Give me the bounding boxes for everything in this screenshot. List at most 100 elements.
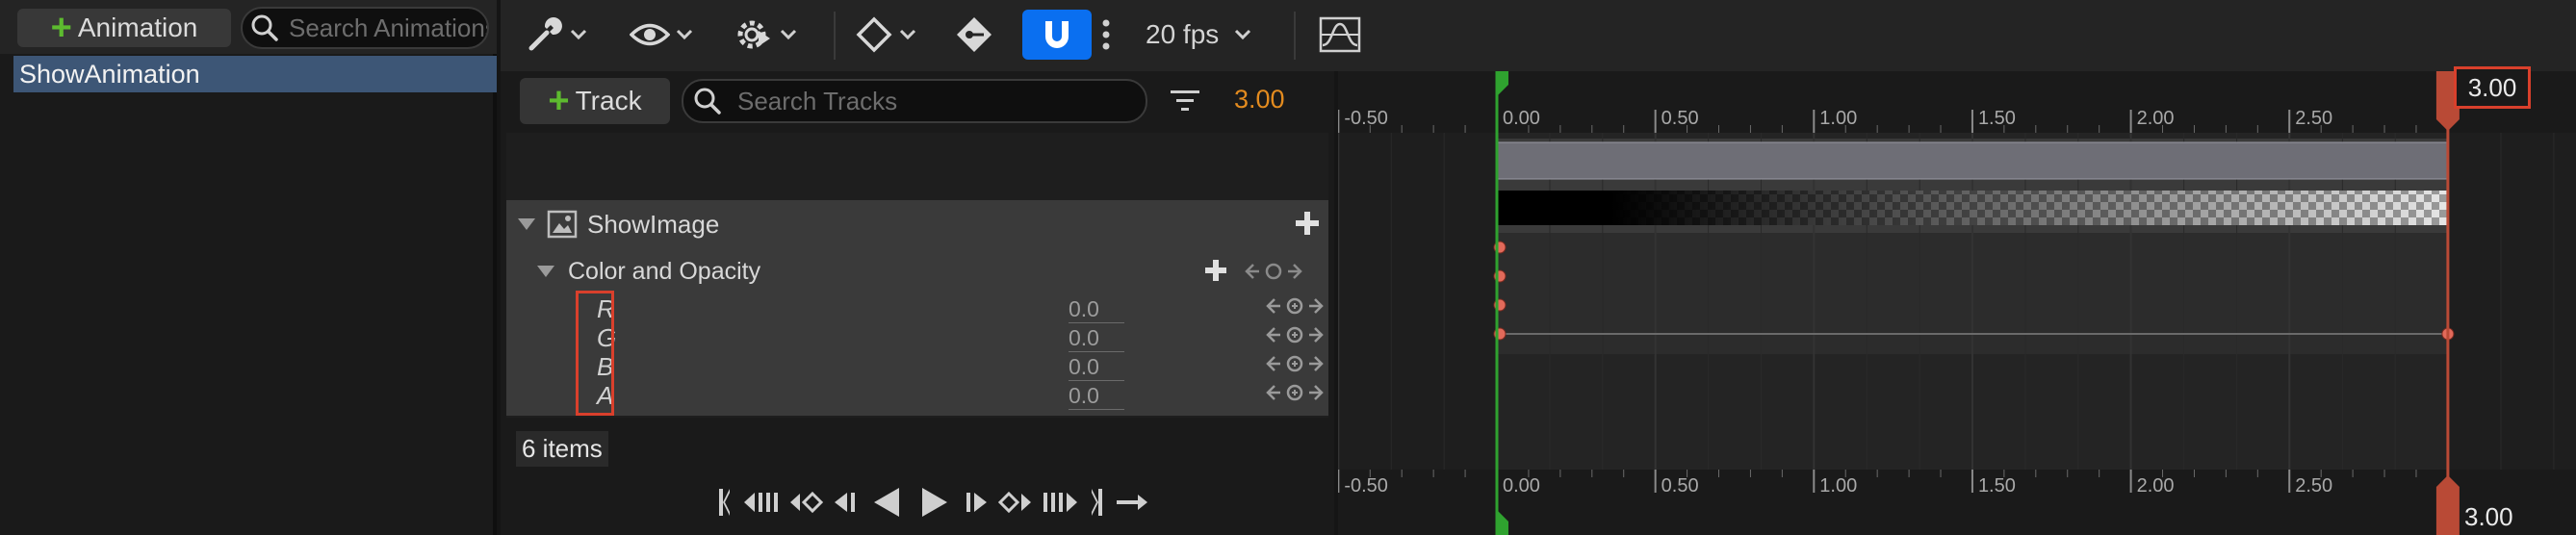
add-subtrack-icon[interactable]: [1294, 210, 1321, 237]
add-animation-button[interactable]: + Animation: [17, 9, 231, 47]
timeline-canvas[interactable]: [1338, 71, 2576, 535]
end-time-badge[interactable]: 3.00: [2454, 66, 2531, 109]
jump-to-end-icon[interactable]: [1088, 485, 1107, 520]
play-icon[interactable]: [914, 485, 953, 520]
animation-search-input[interactable]: [289, 13, 487, 43]
channel-value-field[interactable]: 0.0: [1069, 383, 1124, 410]
keyframe-navigation-icon[interactable]: [1265, 325, 1325, 344]
snap-options-button[interactable]: [1095, 10, 1117, 60]
channel-value-field[interactable]: 0.0: [1069, 325, 1124, 352]
filter-icon[interactable]: [1169, 88, 1201, 115]
key-diamond-icon: [955, 15, 993, 54]
chevron-down-icon: [899, 29, 916, 40]
ruler-tick-label: -0.50: [1344, 475, 1388, 497]
track-outliner: + Track 3.00 ShowImage: [501, 71, 1334, 535]
ruler-tick-label: 0.50: [1661, 108, 1699, 129]
auto-key-button[interactable]: [955, 10, 993, 60]
ruler-tick-label: 0.00: [1503, 475, 1540, 497]
collapse-arrow-icon[interactable]: [535, 264, 556, 279]
step-back-icon[interactable]: [832, 487, 861, 518]
track-label: Color and Opacity: [568, 257, 761, 285]
add-track-label: Track: [575, 86, 642, 115]
color-gradient-bar[interactable]: [1497, 191, 2448, 225]
ruler-tick-label: 0.50: [1661, 475, 1699, 497]
ruler-tick-label: 1.00: [1819, 475, 1858, 497]
track-search-field[interactable]: [682, 79, 1147, 123]
playback-controls: [501, 470, 1334, 535]
channel-row-b[interactable]: B 0.0: [506, 352, 1328, 381]
next-key-icon[interactable]: [1042, 487, 1080, 518]
tools-dropdown[interactable]: [526, 10, 587, 60]
chevron-down-icon: [780, 29, 797, 40]
more-vertical-icon: [1102, 18, 1110, 51]
magnet-icon: [1038, 15, 1076, 54]
animations-panel: + Animation ShowAnimation: [0, 0, 497, 535]
animation-search-field[interactable]: [241, 7, 489, 49]
track-label: ShowImage: [587, 209, 720, 239]
curve-editor-icon: [1319, 16, 1361, 53]
ruler-tick-label: 2.50: [2295, 108, 2333, 129]
animation-list: ShowAnimation: [13, 56, 497, 92]
fps-dropdown[interactable]: 20 fps: [1146, 10, 1251, 60]
jump-to-start-icon[interactable]: [714, 485, 734, 520]
prev-keyframe-icon[interactable]: [787, 487, 824, 518]
fps-label: 20 fps: [1146, 19, 1220, 49]
track-row-showimage[interactable]: ShowImage: [506, 200, 1328, 248]
tracks-tree: ShowImage Color and Opacity R 0.0 G 0.0 …: [506, 133, 1328, 418]
items-count-label: 6 items: [516, 431, 608, 467]
sequencer-toolbar: 20 fps: [501, 0, 2576, 71]
scrubber-head-bottom[interactable]: [2435, 475, 2460, 535]
keyframe-navigation-icon[interactable]: [1265, 354, 1325, 373]
ruler-tick-label: 0.00: [1503, 108, 1540, 129]
chevron-down-icon: [1234, 29, 1251, 40]
channel-row-a[interactable]: A 0.0: [506, 381, 1328, 410]
ruler-tick-label: 1.50: [1977, 108, 2016, 129]
eye-icon: [630, 20, 670, 49]
diamond-icon: [855, 15, 893, 54]
previous-key-icon[interactable]: [741, 487, 780, 518]
play-reverse-icon[interactable]: [868, 485, 907, 520]
animations-toolbar: + Animation: [0, 0, 497, 54]
track-row-color-and-opacity[interactable]: Color and Opacity: [506, 248, 1328, 294]
chevron-down-icon: [676, 29, 693, 40]
channel-value-field[interactable]: 0.0: [1069, 354, 1124, 381]
loop-mode-icon[interactable]: [1115, 491, 1149, 514]
keyframe-navigation-icon[interactable]: [1265, 383, 1325, 402]
view-options-dropdown[interactable]: [630, 10, 693, 60]
current-time-value[interactable]: 3.00: [1234, 85, 1285, 115]
add-key-icon[interactable]: [1203, 258, 1228, 283]
add-animation-label: Animation: [77, 13, 198, 42]
gear-play-icon: [735, 15, 774, 54]
channel-labels-highlight: [576, 291, 614, 416]
toolbar-divider: [1294, 12, 1296, 60]
collapse-arrow-icon[interactable]: [516, 217, 537, 232]
snap-toggle-button[interactable]: [1022, 10, 1092, 60]
add-track-button[interactable]: + Track: [520, 78, 670, 124]
ruler-tick-label: 2.50: [2295, 475, 2333, 497]
channel-rows: R 0.0 G 0.0 B 0.0 A 0.0: [506, 294, 1328, 416]
ruler-tick-label: 2.00: [2136, 475, 2175, 497]
search-icon: [693, 87, 722, 115]
step-forward-icon[interactable]: [961, 487, 990, 518]
animation-list-item[interactable]: ShowAnimation: [13, 56, 497, 92]
channel-row-r[interactable]: R 0.0: [506, 294, 1328, 323]
track-search-input[interactable]: [737, 86, 1146, 116]
timeline-panel[interactable]: -0.50 0.00 0.50 1.00 1.50 2.00 2.50 -0.50 0.00 0…: [1338, 71, 2576, 535]
playback-options-dropdown[interactable]: [735, 10, 797, 60]
widget-image-icon: [547, 210, 578, 239]
next-keyframe-icon[interactable]: [997, 487, 1034, 518]
channel-value-field[interactable]: 0.0: [1069, 296, 1124, 323]
section-bar-showimage[interactable]: [1496, 141, 2449, 180]
keyframe-navigation-icon[interactable]: [1244, 262, 1303, 281]
search-icon: [250, 13, 279, 42]
ruler-tick-label: 1.00: [1819, 108, 1858, 129]
channel-row-g[interactable]: G 0.0: [506, 323, 1328, 352]
key-options-dropdown[interactable]: [855, 10, 916, 60]
ruler-tick-label: -0.50: [1344, 108, 1388, 129]
end-time-label[interactable]: 3.00: [2464, 502, 2513, 532]
toolbar-divider: [834, 12, 836, 60]
ruler-tick-label: 1.50: [1977, 475, 2016, 497]
ruler-tick-label: 2.00: [2136, 108, 2175, 129]
keyframe-navigation-icon[interactable]: [1265, 296, 1325, 316]
curve-editor-button[interactable]: [1319, 10, 1361, 60]
